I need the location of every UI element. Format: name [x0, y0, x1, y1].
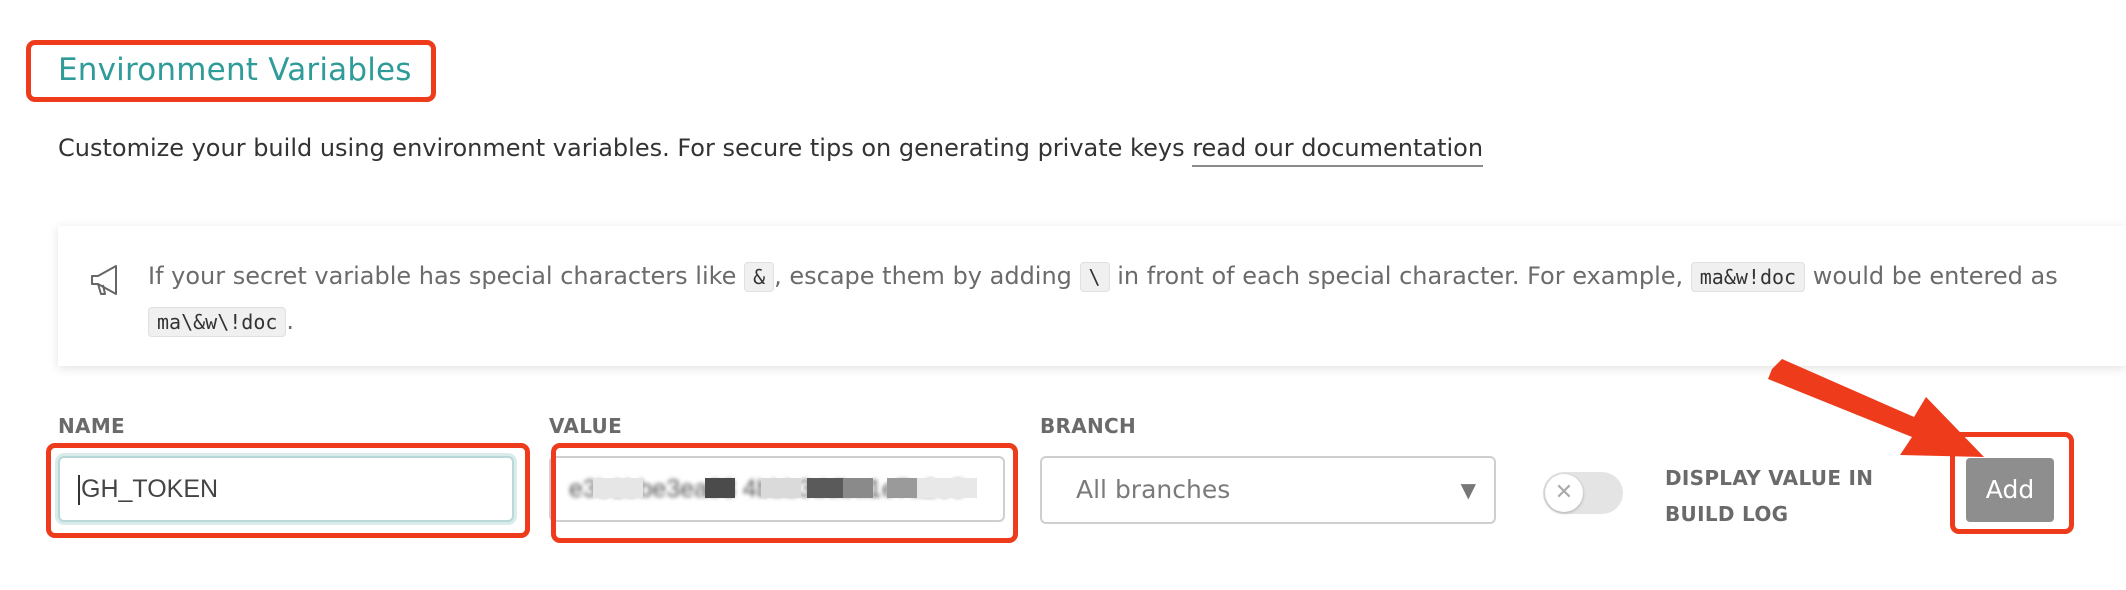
notice-text-part: .: [286, 307, 295, 335]
annotation-highlight-value: [551, 443, 1018, 543]
megaphone-icon: [91, 265, 117, 295]
documentation-link[interactable]: read our documentation: [1192, 134, 1484, 167]
notice-text-part: would be entered as: [1805, 262, 2058, 290]
inline-code: ma&w!doc: [1690, 262, 1806, 292]
display-value-label-line2: BUILD LOG: [1665, 502, 1789, 526]
annotation-arrow-icon: [1768, 359, 1984, 457]
notice-text-part: , escape them by adding: [774, 262, 1080, 290]
inline-code: ma\&w\!doc: [148, 307, 287, 337]
notice-text-part: If your secret variable has special char…: [148, 262, 745, 290]
branch-label: BRANCH: [1040, 414, 1137, 438]
dropdown-arrow-icon: ▼: [1460, 478, 1476, 502]
annotation-highlight-title: [26, 40, 436, 102]
annotation-highlight-name: [46, 443, 530, 538]
branch-select-value: All branches: [1076, 475, 1231, 504]
value-label: VALUE: [549, 414, 623, 438]
display-value-label: DISPLAY VALUE IN BUILD LOG: [1665, 460, 1873, 532]
display-value-toggle[interactable]: ✕: [1543, 472, 1623, 514]
toggle-off-icon: ✕: [1545, 474, 1583, 512]
intro-description: Customize your build using environment v…: [58, 134, 1193, 162]
intro-text: Customize your build using environment v…: [58, 134, 1484, 167]
notice-text-part: in front of each special character. For …: [1109, 262, 1691, 290]
special-characters-notice: If your secret variable has special char…: [58, 226, 2126, 366]
notice-text: If your secret variable has special char…: [148, 254, 2108, 344]
name-label: NAME: [58, 414, 125, 438]
branch-select[interactable]: All branches ▼: [1040, 456, 1496, 524]
inline-code: \: [1079, 262, 1110, 292]
inline-code: &: [744, 262, 775, 292]
